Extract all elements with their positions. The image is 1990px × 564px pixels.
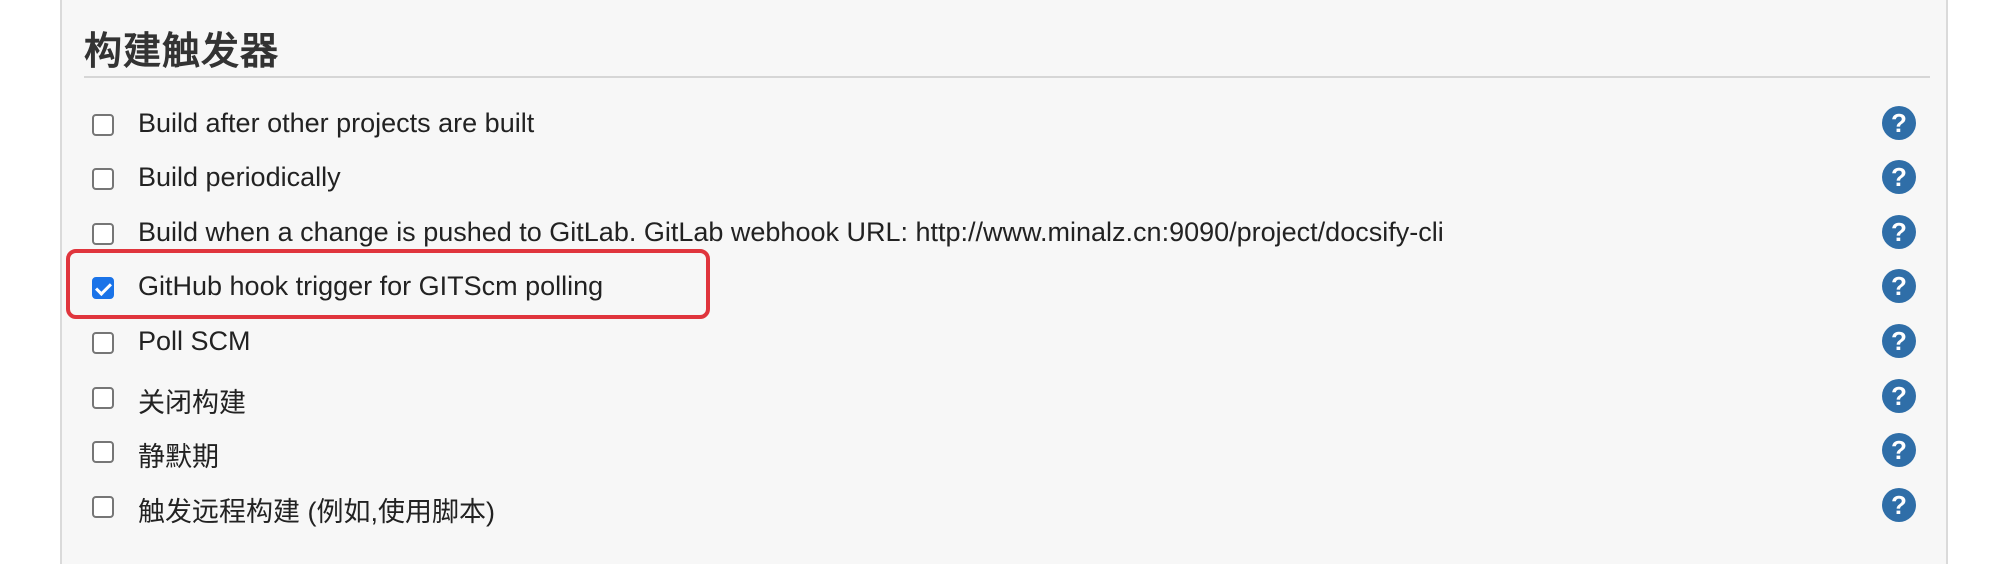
remote-trigger-checkbox[interactable] — [92, 496, 114, 518]
help-icon[interactable]: ? — [1882, 106, 1916, 140]
trigger-row-disable-build: 关闭构建 ? — [62, 377, 1948, 420]
build-triggers-panel: 构建触发器 Build after other projects are bui… — [60, 0, 1948, 564]
trigger-row-quiet-period: 静默期 ? — [62, 431, 1948, 474]
trigger-row-gitlab-push: Build when a change is pushed to GitLab.… — [62, 213, 1948, 253]
trigger-row-build-after-other-projects: Build after other projects are built ? — [62, 104, 1948, 144]
trigger-label[interactable]: 触发远程构建 (例如,使用脚本) — [138, 490, 495, 529]
help-icon[interactable]: ? — [1882, 215, 1916, 249]
trigger-label[interactable]: Poll SCM — [138, 326, 251, 357]
trigger-label[interactable]: Build when a change is pushed to GitLab.… — [138, 217, 1444, 248]
build-periodically-checkbox[interactable] — [92, 168, 114, 190]
help-icon[interactable]: ? — [1882, 488, 1916, 522]
poll-scm-checkbox[interactable] — [92, 332, 114, 354]
gitlab-push-checkbox[interactable] — [92, 223, 114, 245]
trigger-label[interactable]: Build periodically — [138, 162, 341, 193]
help-icon[interactable]: ? — [1882, 379, 1916, 413]
trigger-label[interactable]: 关闭构建 — [138, 381, 246, 420]
trigger-label[interactable]: 静默期 — [138, 435, 219, 474]
trigger-row-build-periodically: Build periodically ? — [62, 158, 1948, 198]
help-icon[interactable]: ? — [1882, 324, 1916, 358]
build-after-other-projects-checkbox[interactable] — [92, 114, 114, 136]
disable-build-checkbox[interactable] — [92, 387, 114, 409]
section-title: 构建触发器 — [84, 31, 280, 73]
trigger-row-poll-scm: Poll SCM ? — [62, 322, 1948, 362]
help-icon[interactable]: ? — [1882, 160, 1916, 194]
trigger-row-remote-trigger: 触发远程构建 (例如,使用脚本) ? — [62, 486, 1948, 529]
section-divider — [84, 76, 1930, 78]
help-icon[interactable]: ? — [1882, 433, 1916, 467]
trigger-label[interactable]: Build after other projects are built — [138, 108, 534, 139]
help-icon[interactable]: ? — [1882, 269, 1916, 303]
quiet-period-checkbox[interactable] — [92, 441, 114, 463]
annotation-highlight-box — [66, 249, 710, 319]
